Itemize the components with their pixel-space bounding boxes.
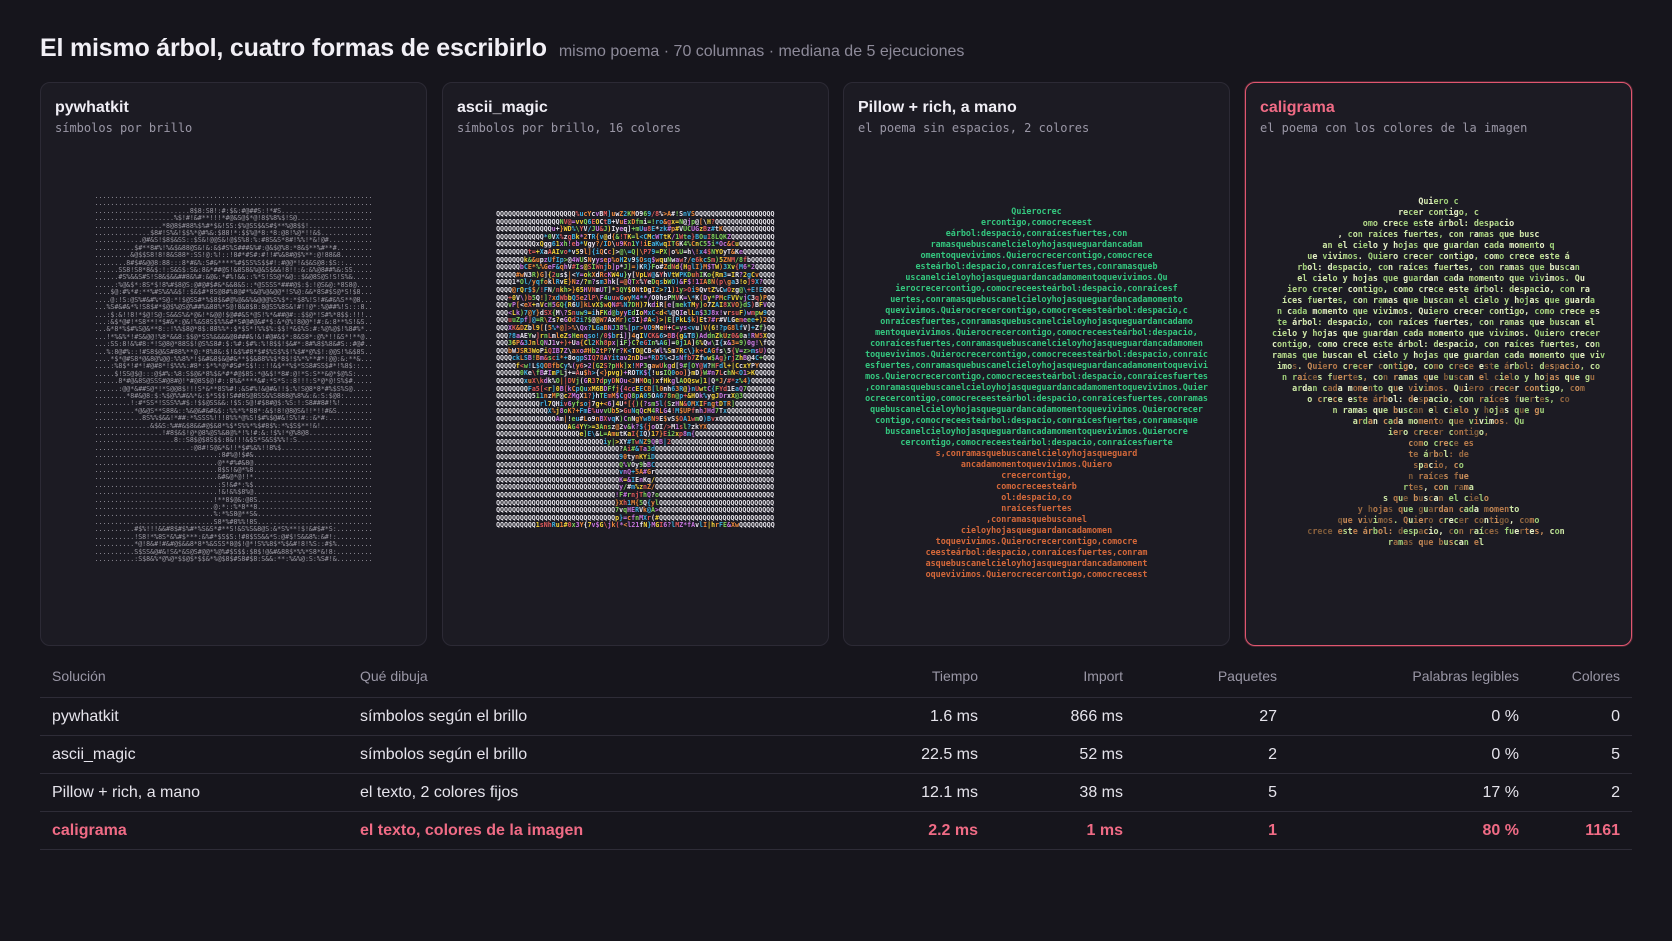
card-pillow-rich[interactable]: Pillow + rich, a mano el poema sin espac…: [843, 82, 1230, 646]
card-ascii-magic[interactable]: ascii_magic símbolos por brillo, 16 colo…: [442, 82, 829, 646]
col-colores: Colores: [1531, 664, 1632, 698]
cell-palabras: 0 %: [1289, 697, 1531, 736]
cell-dibuja: el texto, colores de la imagen: [360, 811, 770, 850]
cell-solucion: pywhatkit: [40, 697, 360, 736]
col-paquetes: Paquetes: [1135, 664, 1289, 698]
cell-tiempo: 1.6 ms: [770, 697, 990, 736]
card-title: ascii_magic: [457, 99, 548, 116]
cell-colores: 0: [1531, 697, 1632, 736]
cell-paquetes: 5: [1135, 773, 1289, 812]
results-table: Solución Qué dibuja Tiempo Import Paquet…: [40, 664, 1632, 850]
cell-import: 866 ms: [990, 697, 1135, 736]
comparison-cards: pywhatkit símbolos por brillo ..........…: [40, 82, 1632, 646]
cell-import: 52 ms: [990, 735, 1135, 774]
cell-paquetes: 2: [1135, 735, 1289, 774]
col-import: Import: [990, 664, 1135, 698]
cell-paquetes: 1: [1135, 811, 1289, 850]
page-subtitle: mismo poema · 70 columnas · mediana de 5…: [558, 43, 965, 60]
cell-palabras: 80 %: [1289, 811, 1531, 850]
cell-colores: 1161: [1531, 811, 1632, 850]
cell-tiempo: 22.5 ms: [770, 735, 990, 774]
card-title: caligrama: [1260, 99, 1335, 116]
col-solucion: Solución: [40, 664, 360, 698]
col-palabras-legibles: Palabras legibles: [1289, 664, 1531, 698]
table-row-highlighted: caligrama el texto, colores de la imagen…: [40, 811, 1632, 850]
page-header: El mismo árbol, cuatro formas de escribi…: [40, 34, 964, 63]
ascii-art-grey: ........................................…: [94, 192, 373, 563]
card-pywhatkit[interactable]: pywhatkit símbolos por brillo ..........…: [40, 82, 427, 646]
col-que-dibuja: Qué dibuja: [360, 664, 770, 698]
card-title: pywhatkit: [55, 99, 129, 116]
page-title: El mismo árbol, cuatro formas de escribi…: [40, 34, 547, 62]
poem-tree-image-colors: Quiero c recer contigo, c omo crece este…: [1271, 196, 1606, 547]
col-tiempo: Tiempo: [770, 664, 990, 698]
card-title: Pillow + rich, a mano: [858, 99, 1017, 116]
cell-solucion: Pillow + rich, a mano: [40, 773, 360, 812]
cell-import: 38 ms: [990, 773, 1135, 812]
card-caligrama[interactable]: caligrama el poema con los colores de la…: [1245, 82, 1632, 646]
cell-dibuja: símbolos según el brillo: [360, 697, 770, 736]
table-header-row: Solución Qué dibuja Tiempo Import Paquet…: [40, 664, 1632, 698]
cell-tiempo: 2.2 ms: [770, 811, 990, 850]
table-row: Pillow + rich, a mano el texto, 2 colore…: [40, 773, 1632, 812]
cell-paquetes: 27: [1135, 697, 1289, 736]
cell-palabras: 0 %: [1289, 735, 1531, 774]
cell-solucion: caligrama: [40, 811, 360, 850]
ascii-art-colored: QQQQQQQQQQQQQQQQQQQQ%ucYcvBM]uwZ2KMO969/…: [496, 210, 775, 530]
cell-dibuja: símbolos según el brillo: [360, 735, 770, 774]
card-subtitle: el poema sin espacios, 2 colores: [858, 121, 1090, 135]
card-subtitle: símbolos por brillo: [55, 121, 193, 135]
card-subtitle: el poema con los colores de la imagen: [1260, 121, 1528, 135]
table-row: pywhatkit símbolos según el brillo 1.6 m…: [40, 697, 1632, 736]
cell-import: 1 ms: [990, 811, 1135, 850]
cell-colores: 2: [1531, 773, 1632, 812]
cell-colores: 5: [1531, 735, 1632, 774]
table-row: ascii_magic símbolos según el brillo 22.…: [40, 735, 1632, 774]
cell-tiempo: 12.1 ms: [770, 773, 990, 812]
poem-tree-two-colors: Quierocrec ercontigo,comocreceest eárbol…: [865, 206, 1208, 579]
cell-dibuja: el texto, 2 colores fijos: [360, 773, 770, 812]
cell-solucion: ascii_magic: [40, 735, 360, 774]
card-subtitle: símbolos por brillo, 16 colores: [457, 121, 681, 135]
cell-palabras: 17 %: [1289, 773, 1531, 812]
